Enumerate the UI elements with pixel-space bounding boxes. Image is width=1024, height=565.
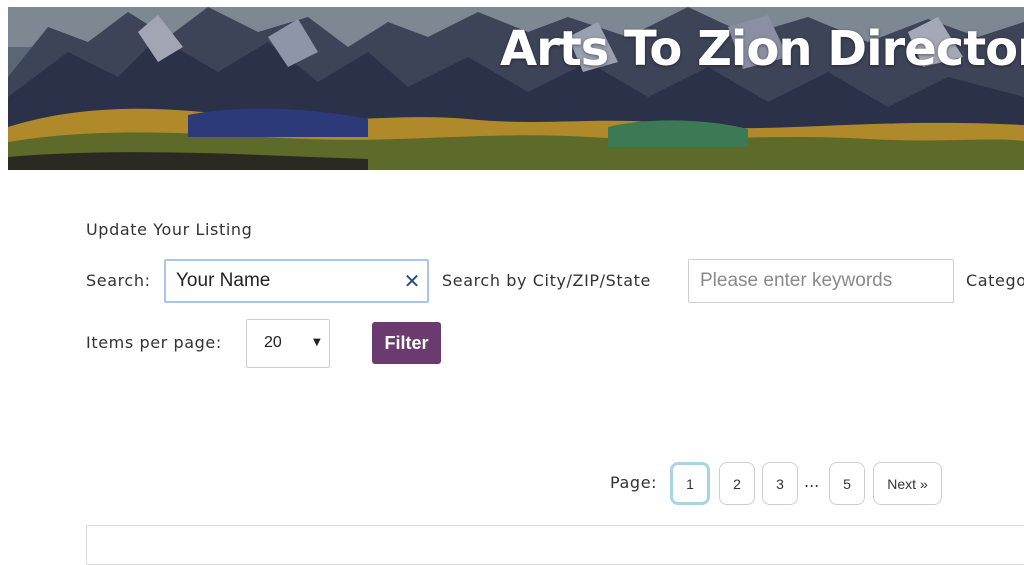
filter-button[interactable]: Filter [372,322,441,364]
items-per-page-label: Items per page: [86,333,222,352]
city-search-input[interactable] [688,259,954,303]
pagination-ellipsis: ... [804,472,820,491]
update-listing-link[interactable]: Update Your Listing [86,220,252,239]
header-banner: Arts To Zion Directory [8,7,1024,170]
search-label: Search: [86,271,151,290]
city-search-label: Search by City/ZIP/State [442,271,651,290]
page-button-1[interactable]: 1 [670,462,710,505]
search-field[interactable]: ✕ [164,259,429,303]
page-button-2[interactable]: 2 [719,462,755,505]
page-button-5[interactable]: 5 [829,462,865,505]
site-title: Arts To Zion Directory [500,21,1024,77]
category-label: Category [966,271,1024,290]
search-input[interactable] [176,267,396,295]
page-label: Page: [610,473,658,492]
close-icon[interactable]: ✕ [402,269,422,293]
items-per-page-value: 20 [264,334,282,351]
next-page-button[interactable]: Next » [873,462,942,505]
results-container [86,525,1024,565]
items-per-page-select[interactable]: 20 ▼ [246,319,330,368]
chevron-down-icon: ▼ [313,337,321,348]
page-button-3[interactable]: 3 [762,462,798,505]
